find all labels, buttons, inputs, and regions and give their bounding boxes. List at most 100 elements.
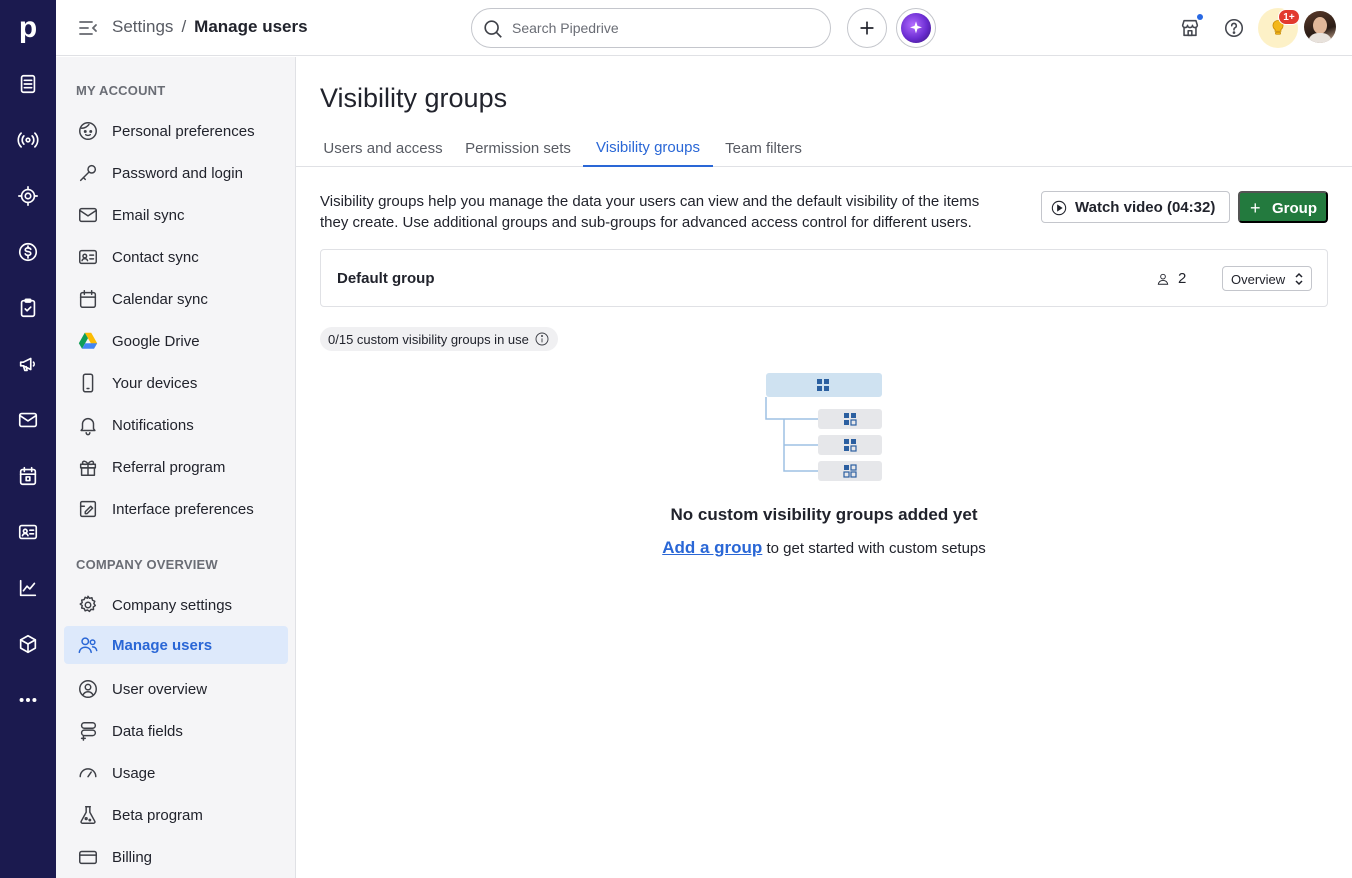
sidebar-item-label: Calendar sync xyxy=(112,290,208,308)
sidebar-item-label: Contact sync xyxy=(112,248,199,266)
sidebar-item-billing[interactable]: Billing xyxy=(64,838,288,876)
tab-permission-sets[interactable]: Permission sets xyxy=(462,129,574,167)
watch-video-button[interactable]: Watch video (04:32) xyxy=(1041,191,1230,223)
sidebar-item-contact-sync[interactable]: Contact sync xyxy=(64,238,288,276)
sidebar-item-label: Usage xyxy=(112,764,156,782)
notification-dot xyxy=(1197,14,1203,20)
plus-icon: + xyxy=(1250,198,1261,218)
default-group-row[interactable]: Default group 2 Overview xyxy=(320,249,1328,307)
target-icon[interactable] xyxy=(14,182,42,210)
sidebar-item-label: Google Drive xyxy=(112,332,200,350)
bell-icon xyxy=(76,413,100,437)
sidebar-item-your-devices[interactable]: Your devices xyxy=(64,364,288,402)
play-icon xyxy=(1051,200,1067,216)
empty-state-suffix: to get started with custom setups xyxy=(762,540,986,557)
group-view-select[interactable]: Overview xyxy=(1222,266,1312,291)
user-count: 2 xyxy=(1156,270,1186,287)
info-icon[interactable] xyxy=(534,331,550,347)
select-value: Overview xyxy=(1231,272,1286,287)
sidebar-item-label: Data fields xyxy=(112,722,183,740)
sidebar-item-google-drive[interactable]: Google Drive xyxy=(64,322,288,360)
gear-icon xyxy=(76,593,100,617)
sidebar-item-label: Billing xyxy=(112,848,153,866)
sidebar-item-interface-preferences[interactable]: Interface preferences xyxy=(64,490,288,528)
usage-badge: 0/15 custom visibility groups in use xyxy=(320,327,558,351)
sidebar-item-user-overview[interactable]: User overview xyxy=(64,670,288,708)
tab-visibility-groups[interactable]: Visibility groups xyxy=(583,129,713,167)
add-group-link[interactable]: Add a group xyxy=(662,538,762,557)
sidebar-item-usage[interactable]: Usage xyxy=(64,754,288,792)
usage-text: 0/15 custom visibility groups in use xyxy=(328,331,529,347)
pipedrive-logo[interactable]: p xyxy=(0,0,56,56)
sidebar-item-label: Password and login xyxy=(112,164,243,182)
face-icon xyxy=(76,119,100,143)
users-icon xyxy=(76,633,100,657)
dollar-icon[interactable] xyxy=(14,238,42,266)
sidebar-item-manage-users[interactable]: Manage users xyxy=(64,626,288,664)
sidebar-item-data-fields[interactable]: Data fields xyxy=(64,712,288,750)
sidebar-item-notifications[interactable]: Notifications xyxy=(64,406,288,444)
sidebar-item-label: Your devices xyxy=(112,374,198,392)
user-count-value: 2 xyxy=(1178,270,1187,287)
flask-icon xyxy=(76,803,100,827)
sidebar-item-calendar-sync[interactable]: Calendar sync xyxy=(64,280,288,318)
calendar-icon[interactable] xyxy=(14,462,42,490)
quick-add-button[interactable] xyxy=(847,8,887,48)
more-icon[interactable] xyxy=(14,686,42,714)
sidebar-item-label: User overview xyxy=(112,680,208,698)
sidebar-item-label: Email sync xyxy=(112,206,185,224)
collapse-menu-icon[interactable] xyxy=(76,16,100,40)
app-root: p Settings / Manage users Search Pipedri… xyxy=(0,0,1352,878)
breadcrumb-current: Manage users xyxy=(194,17,308,36)
sidebar-item-label: Personal preferences xyxy=(112,122,255,140)
group-name: Default group xyxy=(337,270,435,287)
user-icon xyxy=(1157,273,1169,285)
breadcrumb-settings[interactable]: Settings xyxy=(112,17,173,36)
box-icon[interactable] xyxy=(14,630,42,658)
contacts-icon[interactable] xyxy=(14,518,42,546)
sidebar-item-beta-program[interactable]: Beta program xyxy=(64,796,288,834)
sidebar-item-company-settings[interactable]: Company settings xyxy=(64,586,288,624)
add-group-button[interactable]: + Group xyxy=(1238,191,1328,223)
visibility-groups-illustration xyxy=(765,373,882,481)
breadcrumb-separator: / xyxy=(181,17,187,36)
page-title: Visibility groups xyxy=(320,83,508,113)
company-overview-heading: COMPANY OVERVIEW xyxy=(76,557,218,572)
watch-video-label: Watch video (04:32) xyxy=(1075,199,1216,216)
radar-icon[interactable] xyxy=(14,126,42,154)
marketplace-icon[interactable] xyxy=(1176,14,1204,42)
chart-icon[interactable] xyxy=(14,574,42,602)
tab-users-and-access[interactable]: Users and access xyxy=(320,129,446,167)
description: Visibility groups help you manage the da… xyxy=(320,193,980,231)
sidebar-item-label: Beta program xyxy=(112,806,203,824)
contact-card-icon xyxy=(76,245,100,269)
sparkle-icon xyxy=(901,13,931,43)
tasks-icon[interactable] xyxy=(14,294,42,322)
help-icon[interactable] xyxy=(1220,14,1248,42)
global-search[interactable] xyxy=(471,8,831,48)
sidebar-item-personal-preferences[interactable]: Personal preferences xyxy=(64,112,288,150)
breadcrumb: Settings / Manage users xyxy=(112,17,308,37)
ai-assistant-button[interactable] xyxy=(896,8,936,48)
empty-state-title: No custom visibility groups added yet xyxy=(670,505,978,524)
app-rail: p xyxy=(0,0,56,878)
phone-icon xyxy=(76,371,100,395)
avatar[interactable] xyxy=(1304,11,1336,43)
settings-sidebar: MY ACCOUNT Personal preferences Password… xyxy=(56,57,296,878)
sidebar-item-label: Interface preferences xyxy=(112,500,254,518)
search-input[interactable] xyxy=(512,18,812,38)
interface-icon xyxy=(76,497,100,521)
megaphone-icon[interactable] xyxy=(14,350,42,378)
google-drive-icon xyxy=(76,329,100,353)
user-circle-icon xyxy=(76,677,100,701)
mail-icon[interactable] xyxy=(14,406,42,434)
key-icon xyxy=(76,161,100,185)
sidebar-item-label: Referral program xyxy=(112,458,226,476)
sidebar-item-label: Manage users xyxy=(112,636,213,654)
tab-team-filters[interactable]: Team filters xyxy=(722,129,805,167)
sidebar-item-referral-program[interactable]: Referral program xyxy=(64,448,288,486)
leads-icon[interactable] xyxy=(14,70,42,98)
data-fields-icon xyxy=(76,719,100,743)
sidebar-item-password-and-login[interactable]: Password and login xyxy=(64,154,288,192)
sidebar-item-email-sync[interactable]: Email sync xyxy=(64,196,288,234)
